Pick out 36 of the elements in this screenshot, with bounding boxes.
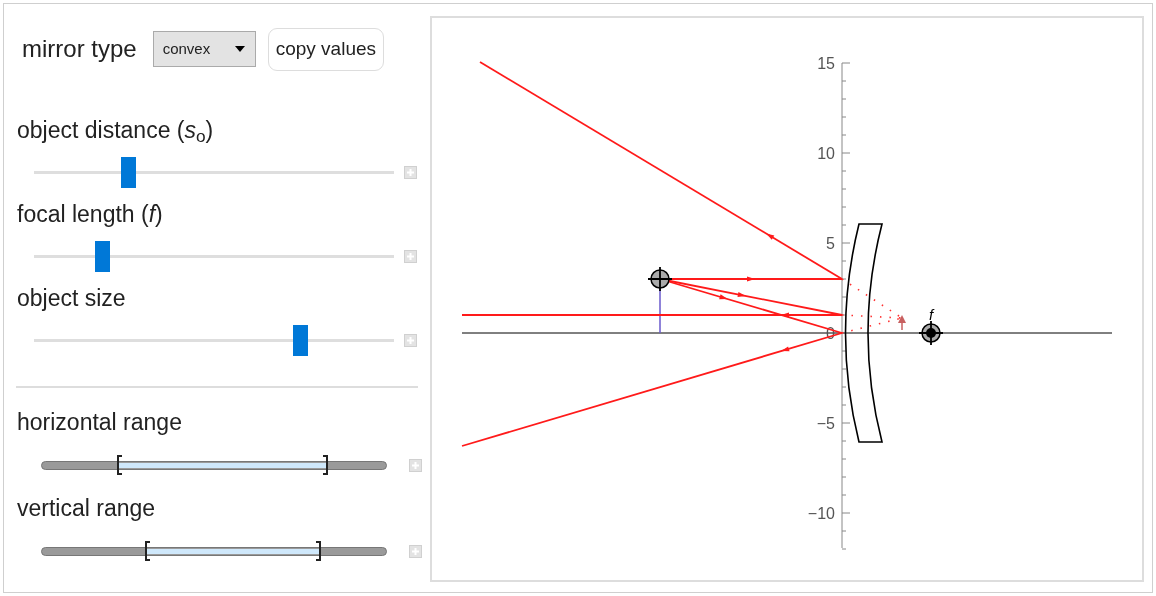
range-slider[interactable] bbox=[41, 540, 387, 562]
plus-icon bbox=[406, 251, 415, 261]
range-slider[interactable] bbox=[41, 454, 387, 476]
slider-thumb[interactable] bbox=[293, 324, 309, 356]
tick-label: 10 bbox=[817, 145, 835, 162]
plus-icon bbox=[406, 335, 415, 345]
focal-label: f bbox=[928, 306, 934, 323]
range-handle[interactable] bbox=[117, 455, 123, 475]
slider-thumb[interactable] bbox=[95, 240, 111, 272]
mirror-type-label: mirror type bbox=[22, 34, 137, 64]
object-marker[interactable] bbox=[647, 266, 673, 292]
tick-label: 5 bbox=[826, 235, 835, 252]
tick-label: −10 bbox=[807, 505, 835, 522]
range-label: vertical range bbox=[16, 494, 157, 522]
slider[interactable] bbox=[34, 156, 394, 188]
slider-label: focal length (f) bbox=[16, 200, 164, 228]
plus-icon bbox=[411, 546, 420, 556]
range-handle[interactable] bbox=[144, 541, 150, 561]
range-label: horizontal range bbox=[16, 408, 183, 436]
focal-point-marker[interactable] bbox=[918, 320, 944, 346]
slider-label: object distance (s$_{o}$) bbox=[16, 116, 215, 144]
range-handle[interactable] bbox=[323, 455, 329, 475]
image-arrow bbox=[898, 315, 906, 331]
plus-icon bbox=[406, 167, 415, 177]
range-handle[interactable] bbox=[316, 541, 322, 561]
virtual-ray-lines bbox=[841, 278, 903, 334]
plus-icon bbox=[411, 460, 420, 470]
slider[interactable] bbox=[34, 240, 394, 272]
tick-label: −5 bbox=[816, 415, 835, 432]
copy-values-button[interactable]: copy values bbox=[267, 27, 385, 71]
mirror-type-dropdown[interactable]: convex bbox=[152, 31, 256, 67]
slider[interactable] bbox=[34, 324, 394, 356]
slider-thumb[interactable] bbox=[120, 156, 136, 188]
slider-label: object size bbox=[16, 284, 127, 312]
tick-label: 15 bbox=[817, 55, 835, 72]
caret-icon bbox=[234, 46, 245, 52]
